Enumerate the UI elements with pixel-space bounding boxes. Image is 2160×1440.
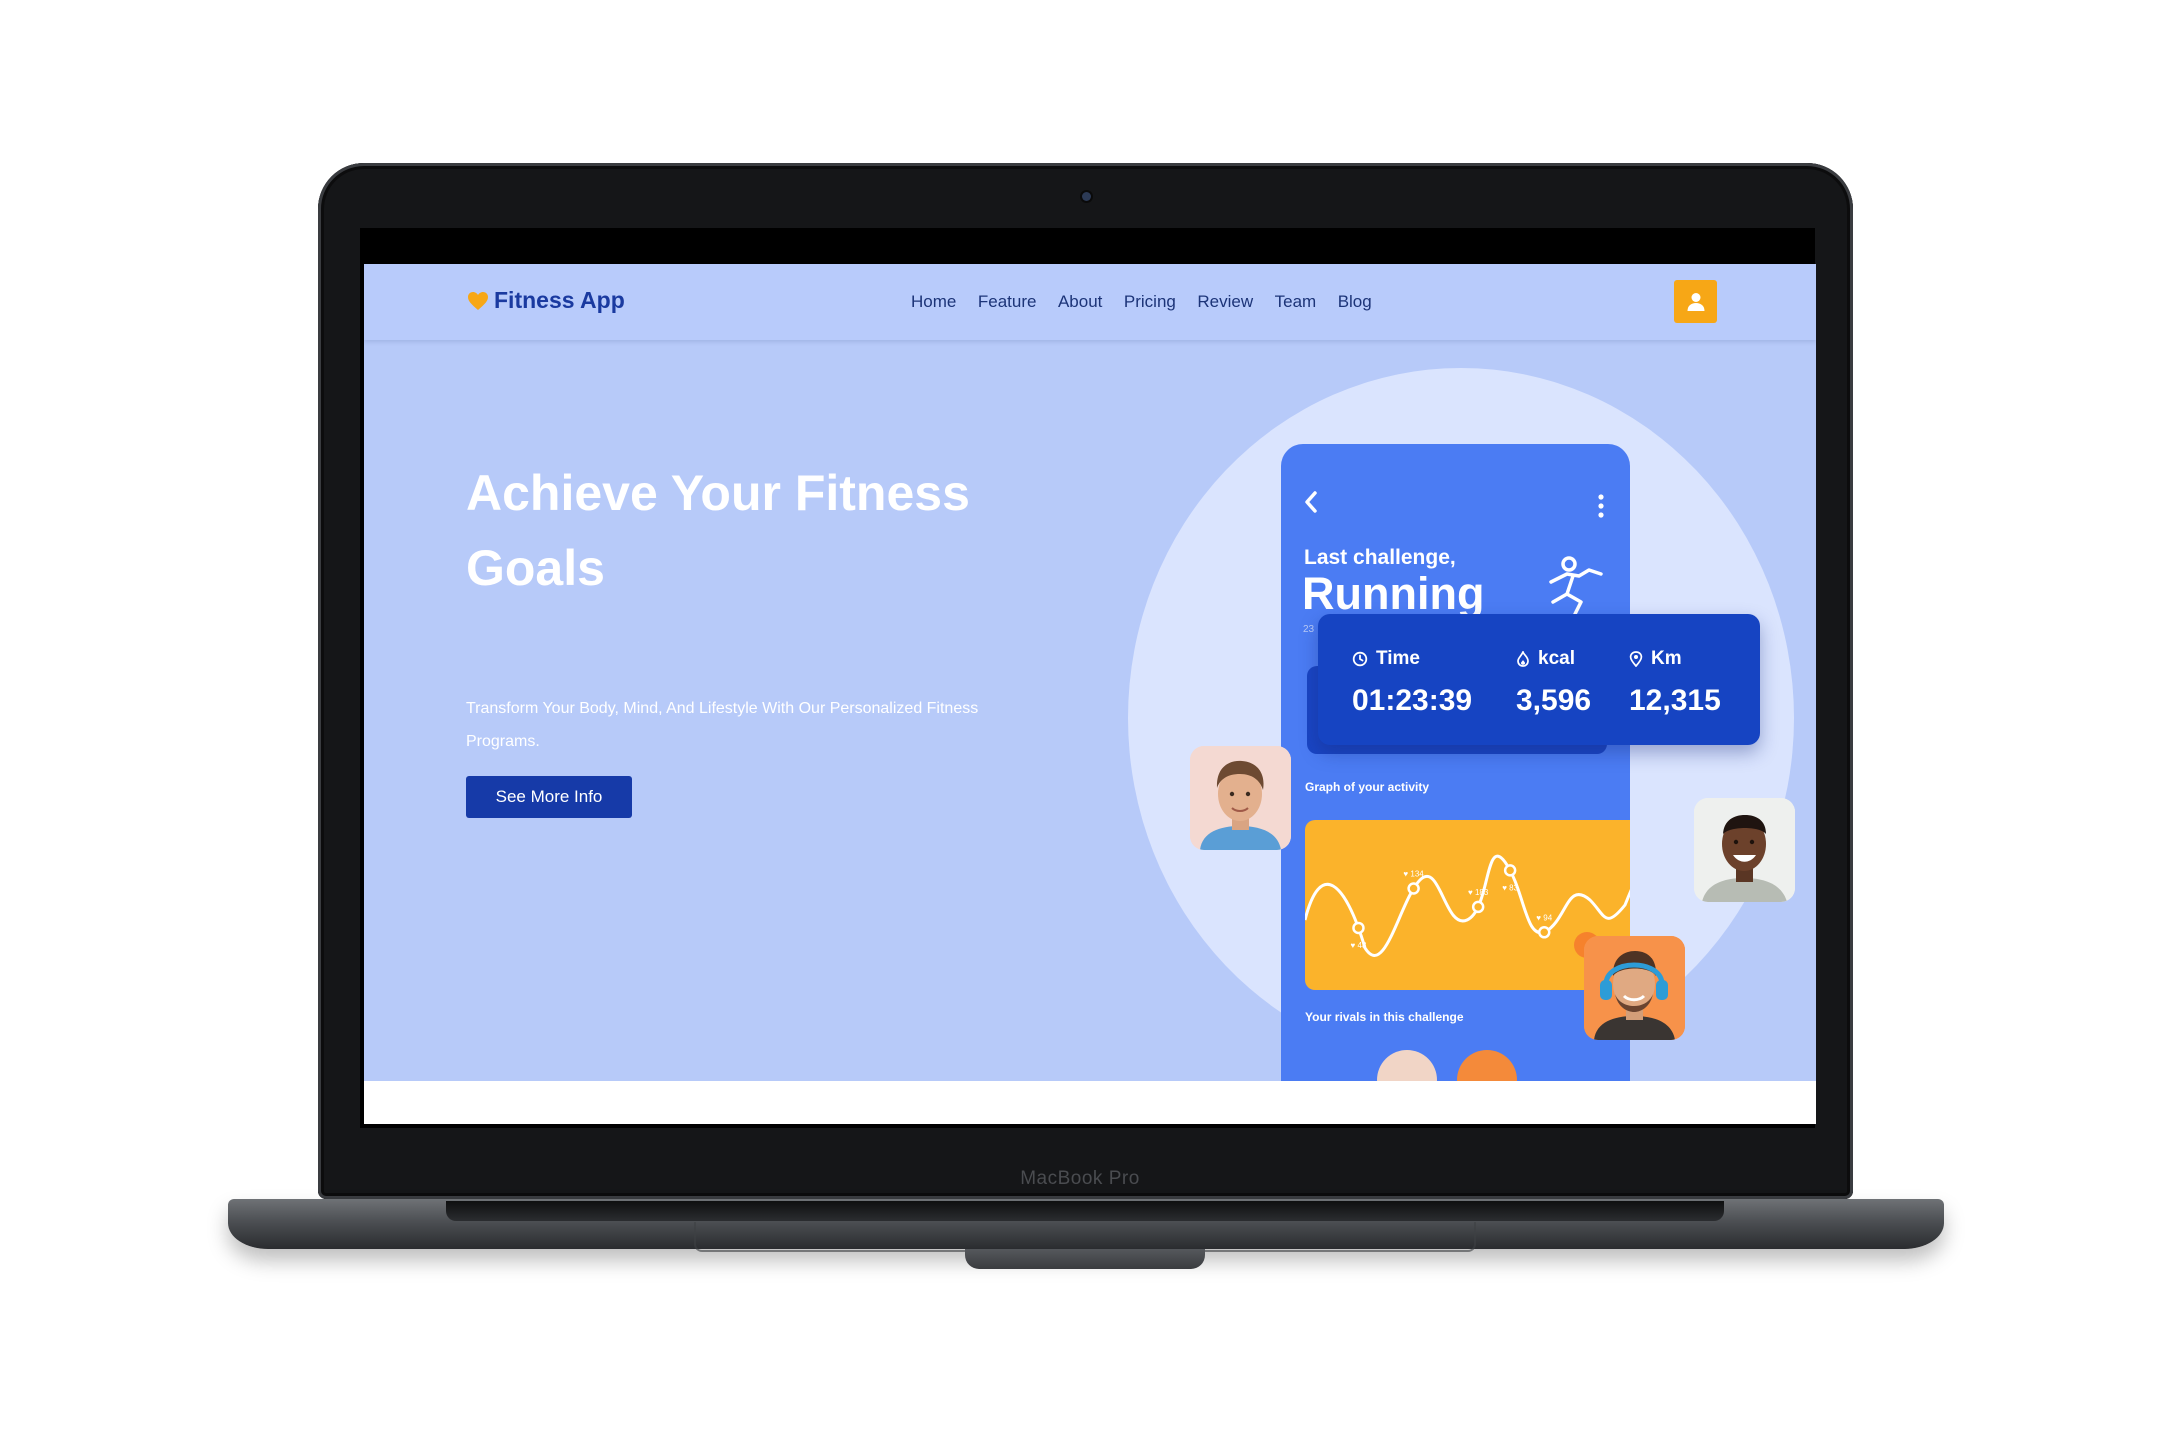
nav-link-team[interactable]: Team [1275,292,1317,312]
graph-point [1537,926,1551,939]
laptop-screen: Fitness App Home Feature About Pricing R… [364,264,1816,1124]
nav-link-about[interactable]: About [1058,292,1102,312]
user-account-button[interactable] [1674,280,1717,323]
stat-time: Time 01:23:39 [1352,648,1472,718]
activity-graph-svg: ♥ 48 ♥ 134 ♥ 183 ♥ 83 ♥ 94 [1305,854,1630,957]
challenge-stats-card: Time 01:23:39 kcal 3,596 Km 12,315 [1318,614,1760,745]
chevron-left-icon [1305,491,1317,513]
hero-subtitle: Transform Your Body, Mind, And Lifestyle… [466,700,979,750]
activity-graph: ♥ 48 ♥ 134 ♥ 183 ♥ 83 ♥ 94 [1305,820,1630,990]
laptop-notch [965,1249,1205,1269]
challenge-date: 23 [1303,624,1315,635]
rivals-title: Your rivals in this challenge [1305,1010,1464,1024]
graph-point [1503,864,1517,877]
graph-point-label: ♥ 83 [1502,883,1518,892]
nav-link-home[interactable]: Home [911,292,956,312]
graph-point-label: ♥ 48 [1351,941,1367,950]
graph-point [1407,882,1420,895]
stat-label: Time [1376,648,1421,669]
nav-link-review[interactable]: Review [1197,292,1253,312]
runner-icon [1549,556,1603,616]
location-pin-icon [1629,651,1643,667]
brand-logo[interactable]: Fitness App [466,287,625,314]
website: Fitness App Home Feature About Pricing R… [364,264,1816,1124]
nav-link-feature[interactable]: Feature [978,292,1037,312]
stat-km: Km 12,315 [1629,648,1721,718]
device-model-label: MacBook Pro [1020,1168,1140,1189]
user-avatar [1190,746,1291,850]
graph-point [1352,921,1365,935]
nav-menu: Home Feature About Pricing Review Team B… [911,292,1393,312]
stat-value: 12,315 [1629,684,1721,717]
nav-link-blog[interactable]: Blog [1338,292,1372,312]
see-more-info-button[interactable]: See More Info [466,776,632,818]
flame-icon [1517,651,1529,667]
graph-point [1471,900,1485,914]
user-avatar [1694,798,1795,902]
more-vertical-icon [1598,494,1604,518]
nav-link-pricing[interactable]: Pricing [1124,292,1176,312]
navbar: Fitness App Home Feature About Pricing R… [364,264,1816,340]
graph-point-label: ♥ 134 [1403,870,1424,879]
clock-icon [1352,651,1368,667]
stat-value: 01:23:39 [1352,684,1473,717]
graph-title: Graph of your activity [1305,780,1430,794]
stat-kcal: kcal 3,596 [1516,648,1591,718]
user-icon [1687,292,1704,311]
trackpad-edge [694,1222,1476,1252]
challenge-label: Last challenge, [1304,546,1456,569]
stat-label: kcal [1538,648,1575,669]
hero-title: Achieve Your Fitness Goals [466,465,970,596]
next-section [364,1081,1816,1124]
webcam [1082,192,1091,201]
challenge-name: Running [1302,568,1485,619]
brand-name: Fitness App [494,287,625,313]
user-avatar [1584,936,1685,1040]
graph-point-label: ♥ 183 [1468,888,1489,897]
heart-icon [468,291,488,310]
stat-value: 3,596 [1516,684,1592,717]
graph-point-label: ♥ 94 [1536,913,1552,922]
stat-label: Km [1651,648,1682,669]
keyboard-recess [446,1201,1724,1221]
phone-mockup: Last challenge, Running 23 Graph of your… [1281,444,1630,1124]
